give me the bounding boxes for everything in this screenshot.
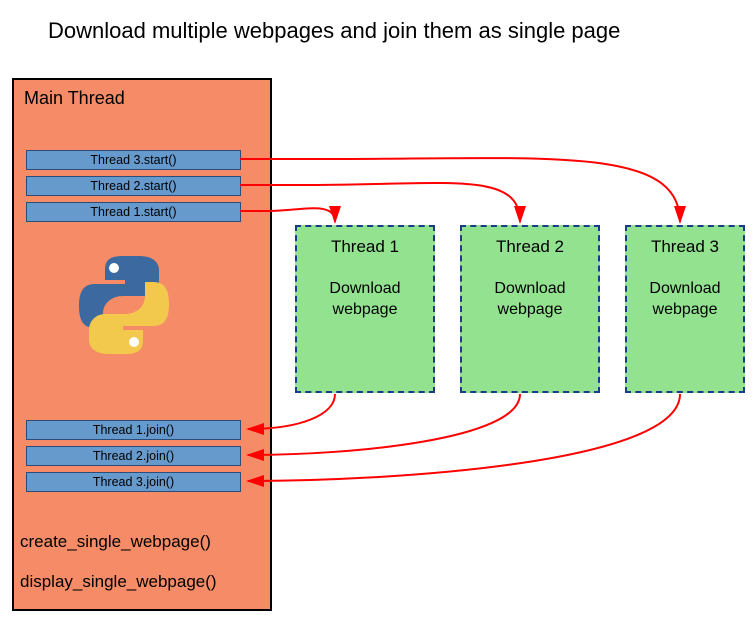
thread-join-call: Thread 1.join() [26, 420, 241, 440]
arrow-join-2 [248, 394, 520, 455]
python-logo-icon [69, 250, 179, 360]
thread-task: Download webpage [627, 279, 743, 321]
function-call: display_single_webpage() [20, 572, 217, 592]
thread-join-call: Thread 2.join() [26, 446, 241, 466]
thread-task: Download webpage [462, 279, 598, 321]
thread-join-call: Thread 3.join() [26, 472, 241, 492]
thread-task: Download webpage [297, 279, 433, 321]
thread-start-call: Thread 2.start() [26, 176, 241, 196]
thread-box-2: Thread 2 Download webpage [460, 225, 600, 393]
thread-box-3: Thread 3 Download webpage [625, 225, 745, 393]
thread-start-call: Thread 3.start() [26, 150, 241, 170]
thread-box-1: Thread 1 Download webpage [295, 225, 435, 393]
arrow-join-3 [248, 394, 680, 481]
main-thread-box: Main Thread Thread 3.start() Thread 2.st… [12, 78, 272, 611]
thread-start-call: Thread 1.start() [26, 202, 241, 222]
thread-title: Thread 2 [462, 237, 598, 257]
function-call: create_single_webpage() [20, 532, 211, 552]
main-thread-label: Main Thread [24, 88, 125, 109]
diagram-title: Download multiple webpages and join them… [48, 18, 620, 44]
thread-title: Thread 1 [297, 237, 433, 257]
thread-title: Thread 3 [627, 237, 743, 257]
arrow-start-2 [240, 183, 520, 222]
arrow-start-3 [240, 158, 680, 222]
